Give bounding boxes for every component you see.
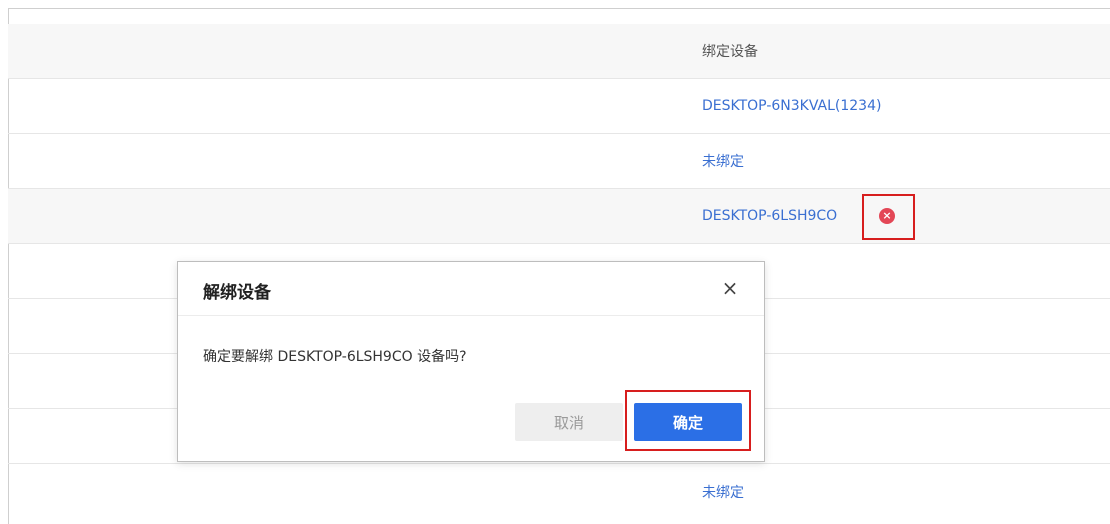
column-header-bound-device: 绑定设备 — [702, 44, 758, 60]
close-icon[interactable]: × — [718, 276, 742, 300]
table-row: DESKTOP-6LSH9CO — [8, 189, 1110, 244]
device-link[interactable]: DESKTOP-6LSH9CO — [702, 189, 837, 243]
dialog-message: 确定要解绑 DESKTOP-6LSH9CO 设备吗? — [203, 349, 467, 365]
table-row: 未绑定 — [8, 464, 1110, 520]
dialog-title: 解绑设备 — [203, 283, 271, 303]
unbound-status[interactable]: 未绑定 — [702, 134, 744, 188]
table-row: DESKTOP-6N3KVAL(1234) — [8, 79, 1110, 134]
confirm-button-highlight — [625, 390, 751, 451]
unbind-close-icon[interactable]: × — [879, 208, 895, 224]
unbound-status[interactable]: 未绑定 — [702, 464, 744, 520]
table-header: 绑定设备 — [8, 24, 1110, 79]
cancel-button[interactable]: 取消 — [515, 403, 623, 441]
device-link[interactable]: DESKTOP-6N3KVAL(1234) — [702, 79, 881, 133]
table-row: 未绑定 — [8, 134, 1110, 189]
dialog-header: 解绑设备 × — [178, 262, 764, 316]
